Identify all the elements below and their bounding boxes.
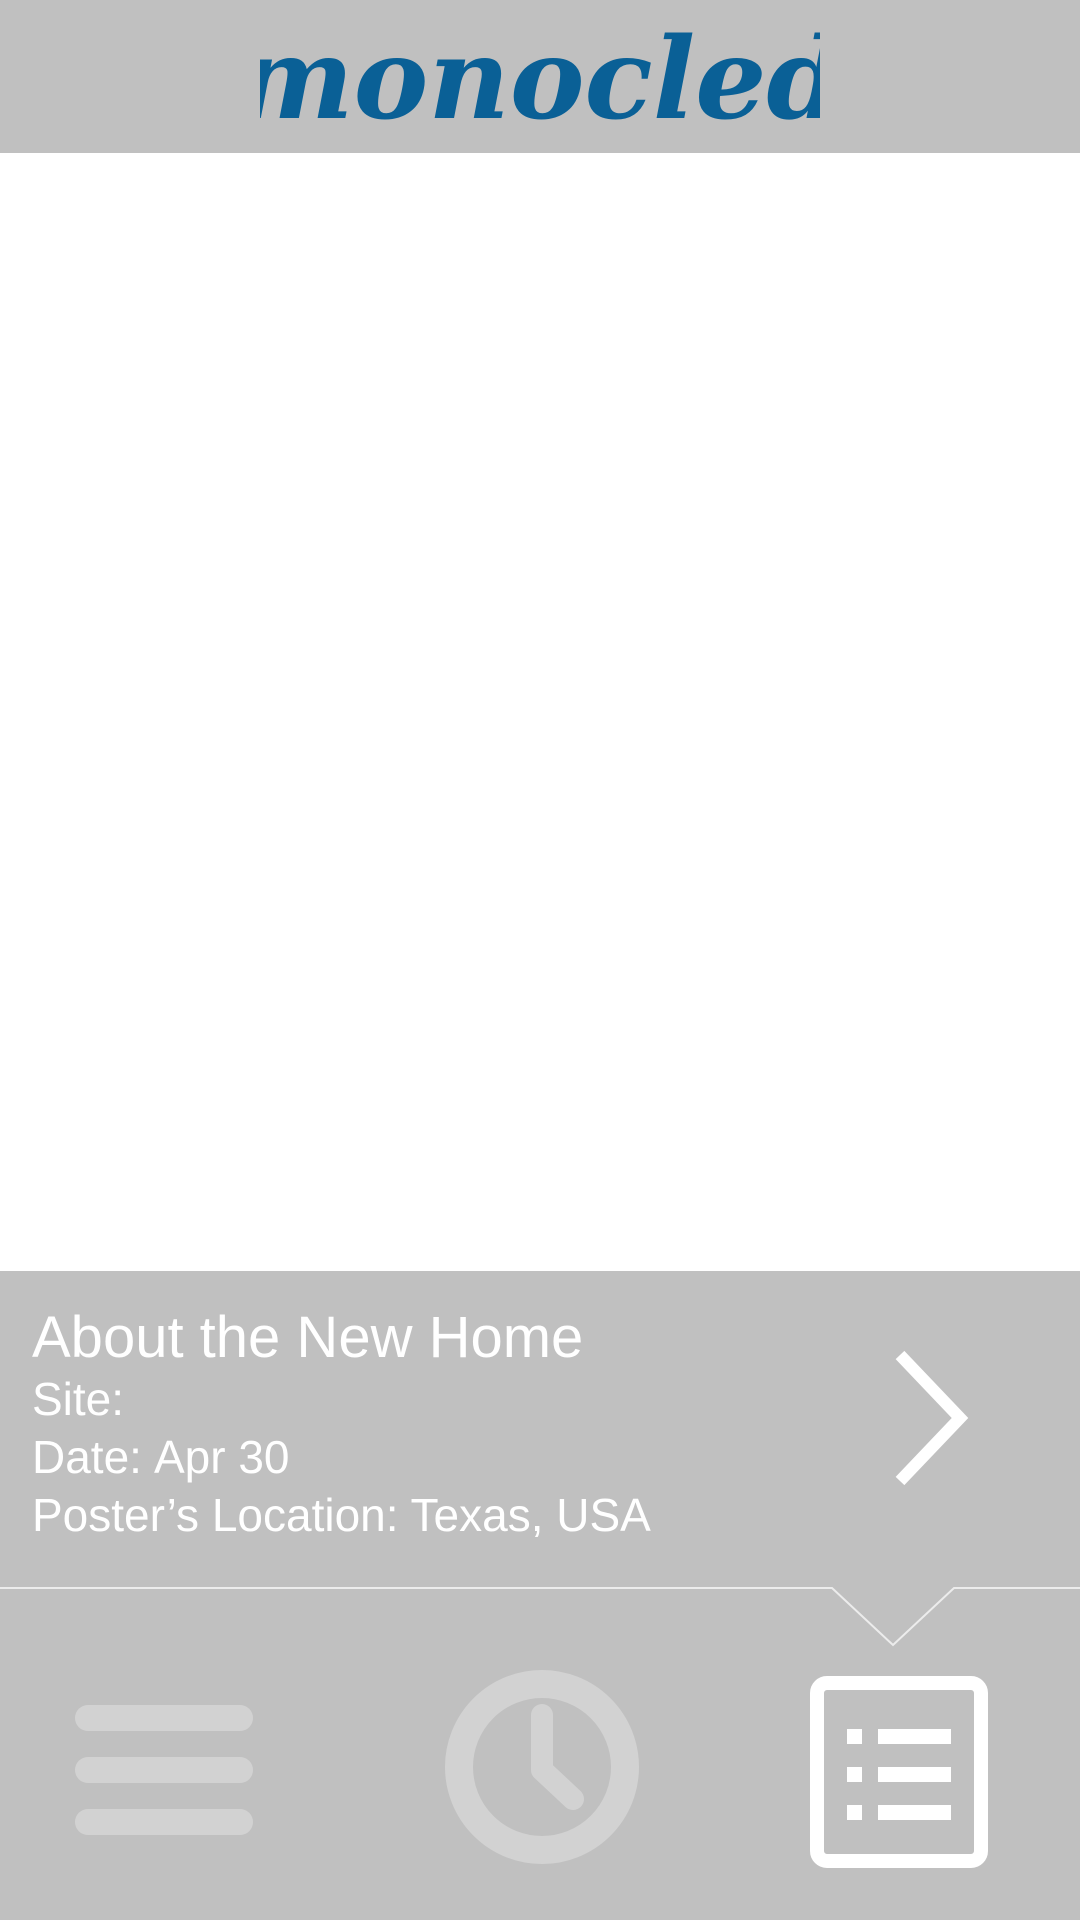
chevron-right-icon <box>895 1350 969 1486</box>
list-icon <box>810 1676 988 1868</box>
date-label: Date: <box>32 1431 142 1483</box>
tab-menu[interactable] <box>60 1665 270 1875</box>
content-area <box>0 153 1080 1271</box>
active-tab-indicator <box>0 1587 1080 1647</box>
next-button[interactable] <box>880 1343 990 1493</box>
tab-recent[interactable] <box>435 1665 650 1875</box>
post-title: About the New Home <box>32 1305 584 1370</box>
date-value: Apr 30 <box>153 1431 290 1483</box>
location-row: Poster’s Location: Texas, USA <box>32 1489 651 1541</box>
brand-logo: monocled <box>0 0 1080 153</box>
tab-details[interactable] <box>800 1665 1000 1875</box>
location-value: Texas, USA <box>410 1489 651 1541</box>
location-label: Poster’s Location: <box>32 1489 399 1541</box>
site-row: Site: <box>32 1373 136 1425</box>
date-row: Date: Apr 30 <box>32 1431 289 1483</box>
brand-wordmark: monocled <box>260 14 820 145</box>
site-label: Site: <box>32 1373 125 1425</box>
app-header: monocled <box>0 0 1080 153</box>
hamburger-icon <box>75 1705 253 1835</box>
clock-icon <box>445 1670 639 1864</box>
